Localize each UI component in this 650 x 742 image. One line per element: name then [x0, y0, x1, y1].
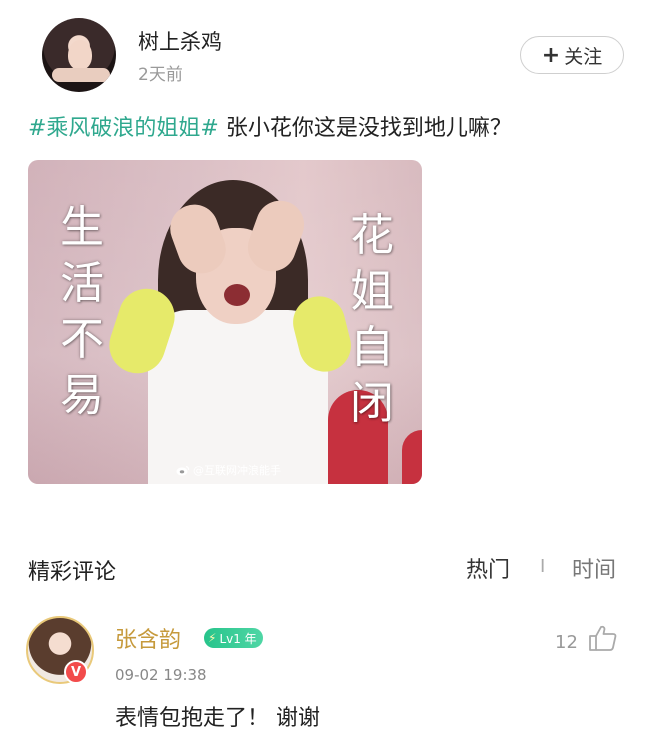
post-time: 2天前	[138, 65, 183, 85]
sort-divider: I	[540, 556, 546, 577]
image-chair-2	[402, 430, 422, 484]
image-watermark: @互联网冲浪能手	[176, 462, 281, 478]
comment-item: V 张含韵 ⚡ Lv1 年 09-02 19:38 表情包抱走了！ 谢谢 12	[0, 610, 650, 742]
sort-time-tab[interactable]: 时间	[572, 552, 616, 584]
weibo-icon	[176, 465, 190, 475]
comment-date: 09-02 19:38	[115, 666, 207, 684]
plus-icon: +	[541, 42, 561, 68]
avatar-face	[68, 40, 92, 70]
author-avatar[interactable]	[42, 18, 116, 92]
commenter-name[interactable]: 张含韵	[115, 622, 181, 654]
image-mouth	[224, 284, 250, 306]
comments-header: 精彩评论 热门 I 时间	[28, 552, 624, 586]
comment-text: 表情包抱走了！ 谢谢	[115, 706, 320, 731]
avatar-arm	[52, 68, 110, 82]
lightning-icon: ⚡	[208, 631, 217, 645]
author-name[interactable]: 树上杀鸡	[138, 26, 222, 56]
verified-badge: V	[64, 660, 88, 684]
post-body: 张小花你这是没找到地儿嘛？	[218, 116, 512, 141]
caption-right: 花姐自闭	[350, 210, 394, 429]
post-image[interactable]: 生活不易 花姐自闭 @互联网冲浪能手	[28, 160, 422, 484]
watermark-text: @互联网冲浪能手	[193, 464, 281, 477]
post-text: #乘风破浪的姐姐# 张小花你这是没找到地儿嘛？	[28, 112, 512, 146]
sort-hot-tab[interactable]: 热门	[466, 552, 510, 584]
comments-title: 精彩评论	[28, 560, 117, 585]
like-count: 12	[555, 632, 578, 653]
follow-label: 关注	[564, 45, 603, 68]
caption-left: 生活不易	[60, 202, 104, 421]
hashtag-link[interactable]: #乘风破浪的姐姐#	[28, 116, 219, 141]
post-header: 树上杀鸡 2天前 + 关注	[0, 0, 650, 100]
level-badge: ⚡ Lv1 年	[204, 628, 263, 648]
follow-button[interactable]: + 关注	[520, 36, 624, 74]
thumbs-up-icon[interactable]	[588, 624, 618, 652]
level-label: Lv1 年	[219, 631, 257, 646]
